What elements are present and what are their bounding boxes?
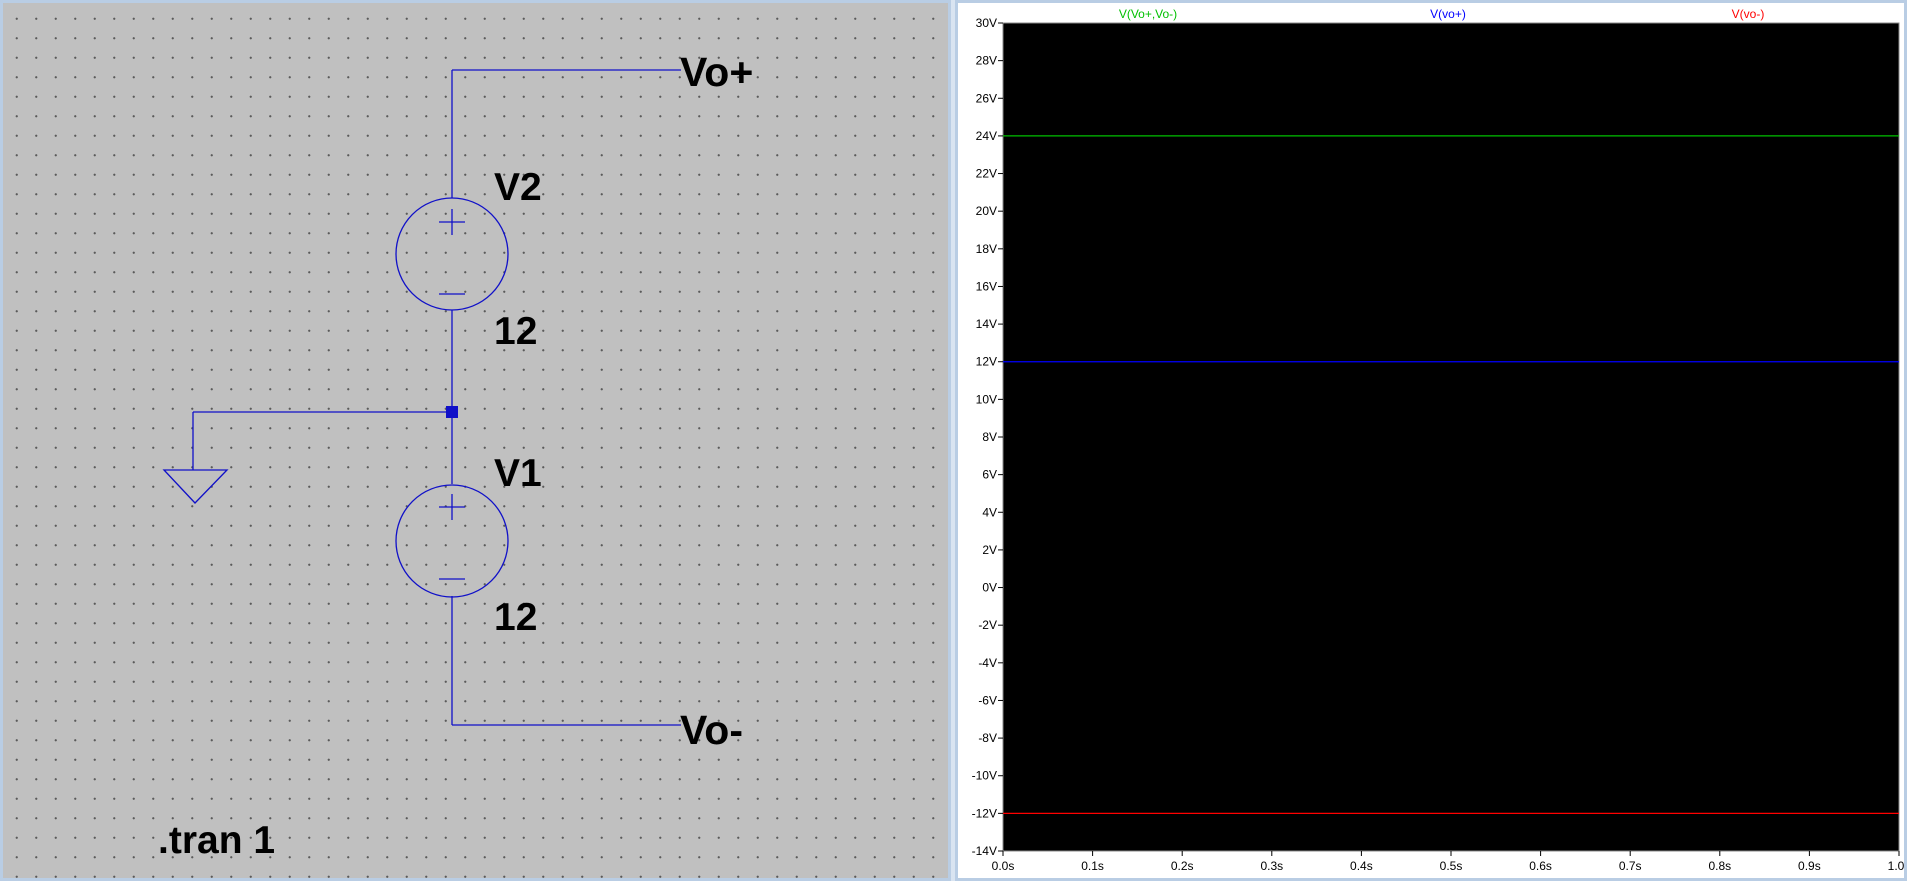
voltage-source-v2[interactable] (395, 197, 509, 311)
x-tick-label: 0.9s (1798, 859, 1821, 873)
y-tick-label: 22V (976, 167, 997, 181)
y-tick-label: 28V (976, 54, 997, 68)
x-tick-label: 0.3s (1260, 859, 1283, 873)
plus-icon (439, 494, 465, 520)
y-tick-label: 0V (982, 581, 997, 595)
net-label-vo-minus[interactable]: Vo- (680, 707, 743, 753)
y-tick-label: 4V (982, 505, 997, 519)
y-tick-label: 10V (976, 392, 997, 406)
y-tick-label: 18V (976, 242, 997, 256)
y-tick-label: 12V (976, 355, 997, 369)
x-tick-label: 0.5s (1440, 859, 1463, 873)
x-tick-label: 0.8s (1708, 859, 1731, 873)
y-tick-label: -12V (972, 806, 997, 820)
y-tick-label: 2V (982, 543, 997, 557)
y-axis: 30V 28V 26V 24V 22V 20V 18V 16V 14V 12V 10V 8V 6V 4V 2… (972, 16, 1003, 858)
x-tick-label: 0.4s (1350, 859, 1373, 873)
x-tick-label: 0.6s (1529, 859, 1552, 873)
plus-icon (439, 209, 465, 235)
v2-value-label[interactable]: 12 (494, 310, 537, 353)
x-tick-label: 0.2s (1171, 859, 1194, 873)
y-tick-label: 20V (976, 204, 997, 218)
y-tick-label: 8V (982, 430, 997, 444)
y-tick-label: 6V (982, 468, 997, 482)
y-tick-label: -8V (978, 731, 997, 745)
y-tick-label: 24V (976, 129, 997, 143)
y-tick-label: -4V (978, 656, 997, 670)
voltage-source-v1[interactable] (395, 484, 509, 598)
v1-value-label[interactable]: 12 (494, 596, 537, 639)
trace-label[interactable]: V(vo-) (1732, 7, 1765, 21)
trace-label[interactable]: V(vo+) (1430, 7, 1466, 21)
waveform-plot[interactable]: 30V 28V 26V 24V 22V 20V 18V 16V 14V 12V 10V 8V 6V 4V 2… (958, 3, 1904, 878)
spice-directive[interactable]: .tran 1 (158, 819, 275, 862)
x-tick-label: 0.1s (1081, 859, 1104, 873)
trace-labels: V(Vo+,Vo-) V(vo+) V(vo-) (1119, 7, 1765, 21)
v1-ref-label[interactable]: V1 (494, 452, 542, 495)
net-label-vo-plus[interactable]: Vo+ (680, 49, 753, 95)
v2-ref-label[interactable]: V2 (494, 166, 542, 209)
trace-label[interactable]: V(Vo+,Vo-) (1119, 7, 1177, 21)
plot-area[interactable] (1002, 22, 1900, 852)
y-tick-label: -10V (972, 769, 997, 783)
x-tick-label: 0.0s (992, 859, 1015, 873)
x-axis: 0.0s 0.1s 0.2s 0.3s 0.4s 0.5s 0.6s 0.7s 0.8s 0.9s… (992, 851, 1904, 873)
ground-icon[interactable] (162, 469, 229, 504)
waveform-pane[interactable]: 30V 28V 26V 24V 22V 20V 18V 16V 14V 12V 10V 8V 6V 4V 2… (955, 0, 1907, 881)
y-tick-label: 30V (976, 16, 997, 30)
x-tick-label: 0.7s (1619, 859, 1642, 873)
junction-dot (446, 406, 458, 418)
schematic-canvas[interactable]: V2 12 V1 12 Vo+ Vo- .tran 1 (3, 3, 948, 878)
y-tick-label: 14V (976, 317, 997, 331)
y-tick-label: 26V (976, 91, 997, 105)
y-tick-label: -14V (972, 844, 997, 858)
y-tick-label: -6V (978, 693, 997, 707)
wires (192, 69, 681, 726)
y-tick-label: 16V (976, 279, 997, 293)
x-tick-label: 1.0s (1888, 859, 1904, 873)
schematic-pane[interactable]: V2 12 V1 12 Vo+ Vo- .tran 1 (0, 0, 951, 881)
y-tick-label: -2V (978, 618, 997, 632)
